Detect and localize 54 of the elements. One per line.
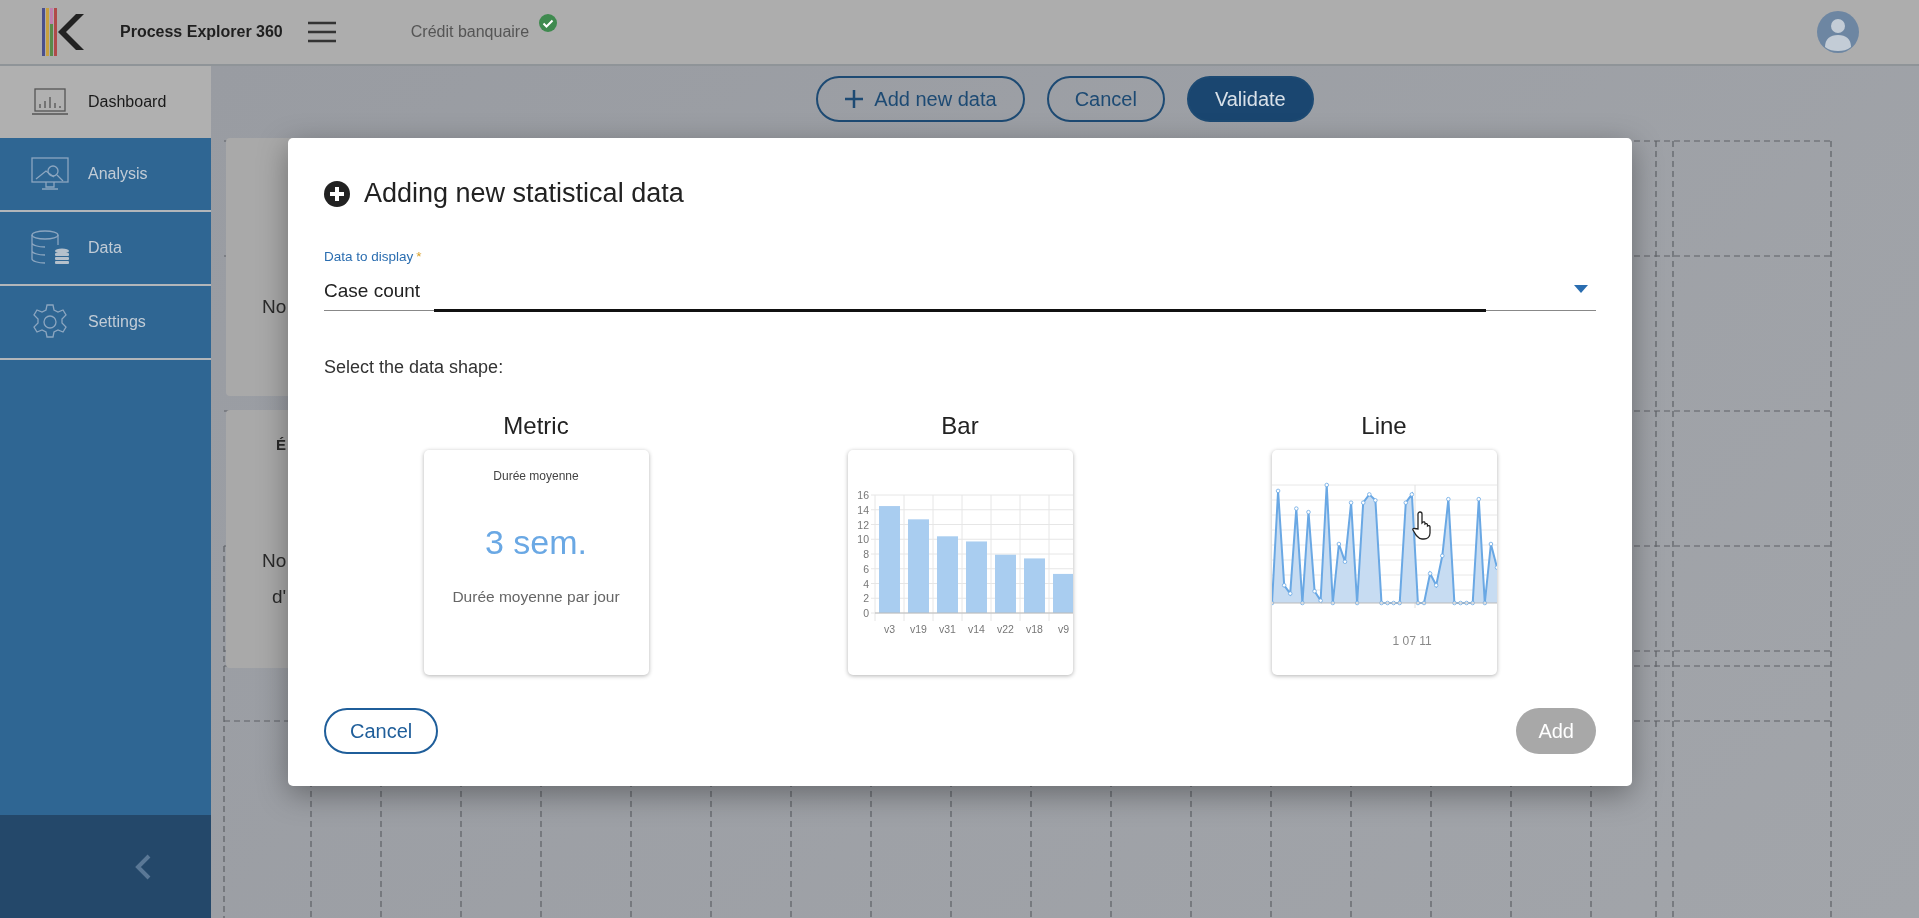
axis-tick-label: 1 07 11	[1392, 634, 1432, 648]
metric-caption: Durée moyenne par jour	[452, 588, 620, 606]
metric-value: 3 sem.	[484, 523, 587, 562]
chevron-left-icon[interactable]	[135, 853, 151, 880]
axis-tick-label: 8	[862, 548, 869, 560]
axis-tick-label: v18	[1025, 623, 1043, 635]
database-icon	[30, 229, 70, 267]
avatar-icon[interactable]	[1817, 11, 1859, 53]
card-title: É	[276, 436, 287, 453]
chart-bar	[994, 554, 1016, 613]
chart-bar	[1052, 573, 1073, 613]
axis-tick-label: 2	[862, 592, 869, 605]
card-text: No	[262, 549, 287, 573]
metric-title: Durée moyenne	[493, 469, 579, 483]
axis-tick-label: 4	[862, 577, 869, 590]
toolbar-button[interactable]: Add new data	[816, 76, 1025, 122]
axis-tick-label: 10	[856, 533, 869, 546]
axis-tick-label: v31	[938, 623, 956, 635]
axis-tick-label: 14	[856, 503, 869, 516]
cancel-button[interactable]: Cancel	[324, 708, 439, 754]
axis-tick-label: 6	[862, 562, 869, 575]
axis-tick-label: v19	[909, 623, 927, 635]
axis-tick-label: v22	[996, 623, 1014, 635]
monitor-magnifier-icon	[30, 155, 70, 193]
app-logo	[40, 6, 84, 58]
app-name: Process Explorer 360	[120, 23, 283, 41]
project-name: Crédit banquaire	[410, 23, 530, 41]
select-field[interactable]: Data to display * Case count	[324, 249, 1596, 311]
axis-tick-label: v14	[967, 623, 985, 635]
card-text: d'	[272, 585, 287, 609]
plus-circle-icon	[324, 180, 350, 207]
axis-tick-label: 0	[862, 607, 869, 619]
shape-option-card[interactable]: 1 07 11	[1271, 450, 1497, 675]
axis-tick-label: 12	[856, 518, 869, 531]
menu-icon[interactable]	[306, 21, 337, 43]
axis-tick-label: 16	[856, 489, 869, 501]
shape-label: Bar	[941, 412, 979, 440]
axis-tick-label: v9	[1057, 623, 1069, 635]
sidebar-item[interactable]: Dashboard	[0, 66, 211, 138]
toolbar-button[interactable]: Cancel	[1046, 76, 1165, 122]
shape-label: Metric	[503, 412, 569, 440]
shape-option-card[interactable]: 0 2 4 6 8 10 12 14 16 v3 v19 v31 v14 v22 v18 v9	[847, 450, 1073, 675]
field-label: Data to display *	[324, 249, 423, 264]
prompt-text: Select the data shape:	[324, 357, 505, 378]
chart-bar	[1023, 558, 1045, 613]
dropdown-arrow-icon	[1574, 285, 1588, 293]
chart-bar	[965, 541, 987, 613]
toolbar-button[interactable]: Validate	[1186, 76, 1314, 122]
card-text: No	[262, 295, 287, 319]
shape-option-card[interactable]: Durée moyenne 3 sem. Durée moyenne par jour	[423, 450, 649, 675]
plus-icon	[844, 89, 865, 109]
axis-tick-label: v3	[883, 623, 895, 635]
shape-label: Line	[1361, 412, 1407, 440]
dialog-title: Adding new statistical data	[364, 178, 684, 209]
